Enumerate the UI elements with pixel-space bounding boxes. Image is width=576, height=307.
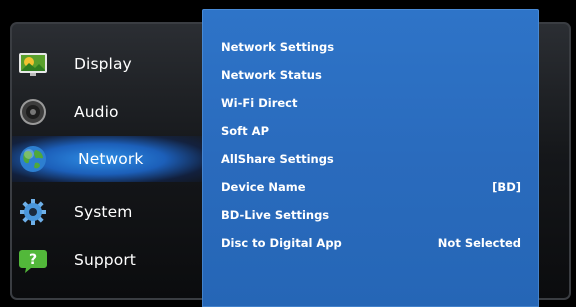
main-menu-item-display[interactable]: Display <box>18 41 204 87</box>
network-submenu: Network Settings Network Status Wi-Fi Di… <box>202 9 539 307</box>
submenu-item-soft-ap[interactable]: Soft AP <box>221 121 521 141</box>
submenu-item-label: Soft AP <box>221 124 270 138</box>
submenu-item-label: Device Name <box>221 180 306 194</box>
submenu-item-label: Disc to Digital App <box>221 236 342 250</box>
main-menu-item-label: Support <box>74 251 136 269</box>
submenu-item-label: AllShare Settings <box>221 152 334 166</box>
network-icon <box>18 144 48 174</box>
submenu-item-network-settings[interactable]: Network Settings <box>221 37 521 57</box>
main-menu-item-audio[interactable]: Audio <box>18 89 204 135</box>
submenu-item-value: Not Selected <box>437 236 521 250</box>
audio-icon <box>18 97 48 127</box>
submenu-item-allshare-settings[interactable]: AllShare Settings <box>221 149 521 169</box>
submenu-item-label: Network Settings <box>221 40 335 54</box>
submenu-item-wifi-direct[interactable]: Wi-Fi Direct <box>221 93 521 113</box>
main-menu-item-system[interactable]: System <box>18 189 204 235</box>
submenu-item-disc-to-digital-app[interactable]: Disc to Digital App Not Selected <box>221 233 521 253</box>
system-icon <box>18 197 48 227</box>
submenu-item-device-name[interactable]: Device Name [BD] <box>221 177 521 197</box>
svg-text:?: ? <box>29 252 37 268</box>
support-icon: ? <box>18 245 48 275</box>
settings-screen: Display Audio Network System ? Support N… <box>0 0 576 307</box>
submenu-item-network-status[interactable]: Network Status <box>221 65 521 85</box>
main-menu-item-support[interactable]: ? Support <box>18 237 204 283</box>
main-menu-item-label: System <box>74 203 133 221</box>
main-menu-item-label: Display <box>74 55 132 73</box>
main-menu-item-label: Network <box>78 150 144 168</box>
submenu-item-label: BD-Live Settings <box>221 208 330 222</box>
submenu-item-label: Network Status <box>221 68 322 82</box>
main-menu-item-label: Audio <box>74 103 119 121</box>
submenu-item-bd-live-settings[interactable]: BD-Live Settings <box>221 205 521 225</box>
submenu-item-value: [BD] <box>492 180 521 194</box>
main-menu-item-network[interactable]: Network <box>12 136 206 182</box>
display-icon <box>18 49 48 79</box>
menu-panel-right-edge <box>539 22 571 300</box>
submenu-item-label: Wi-Fi Direct <box>221 96 298 110</box>
